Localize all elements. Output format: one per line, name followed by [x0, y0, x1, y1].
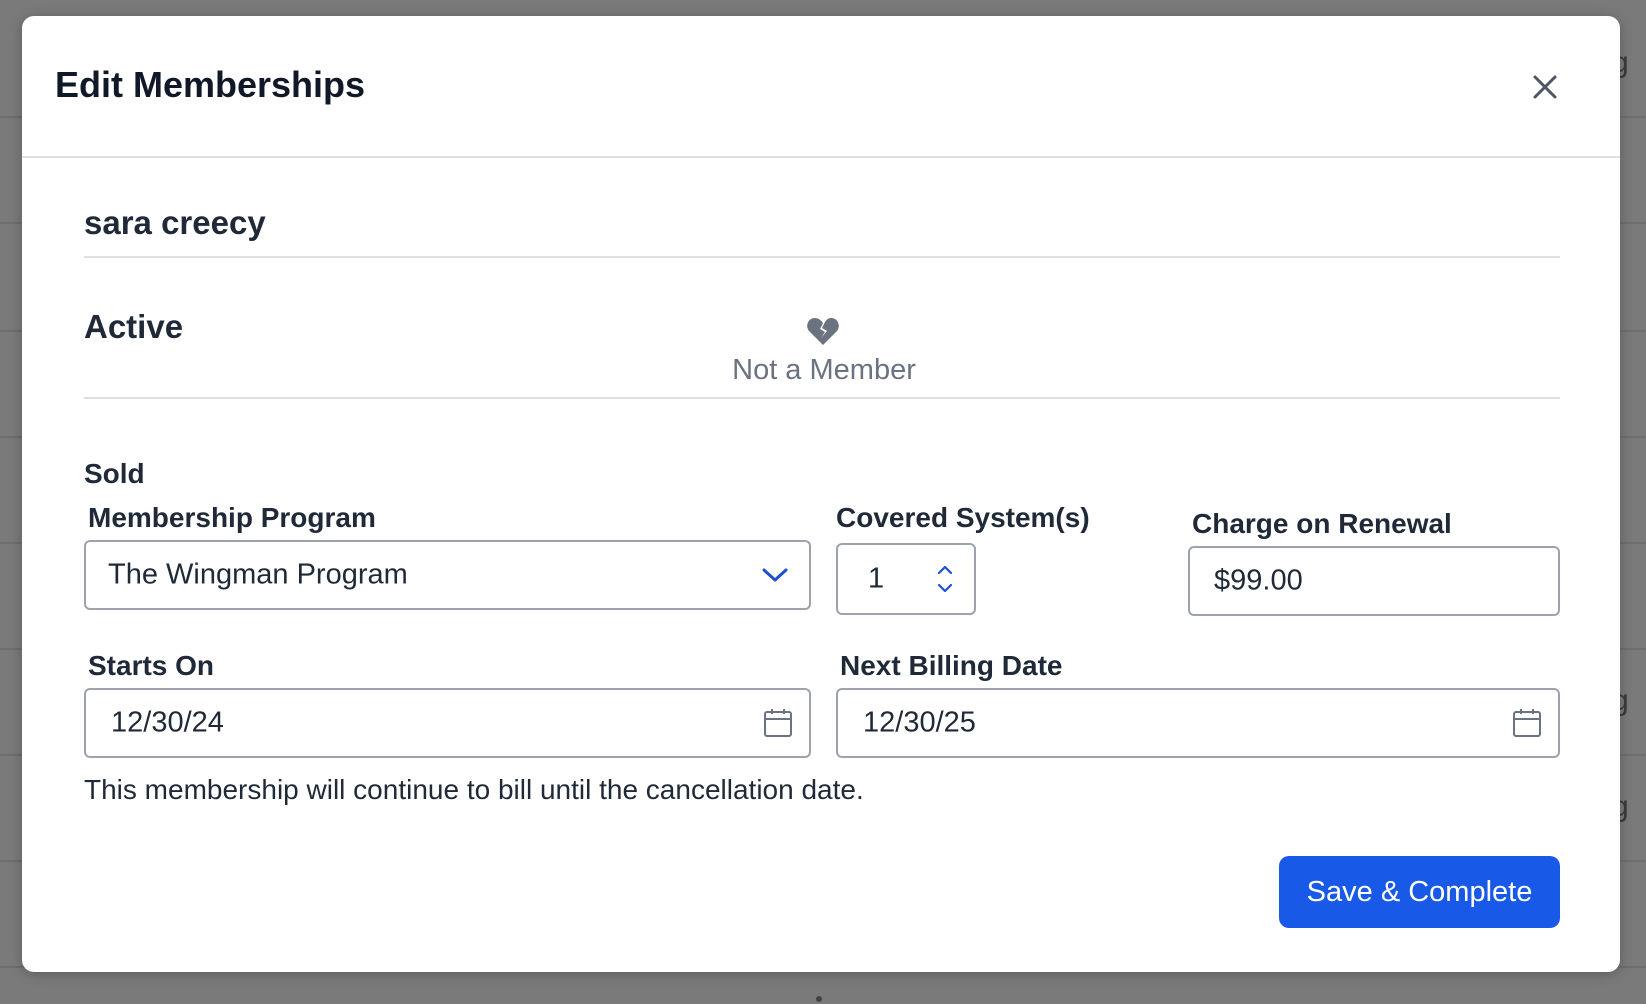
- edit-memberships-modal: Edit Memberships sara creecy Active Not …: [22, 16, 1620, 972]
- sold-section-label: Sold: [84, 458, 145, 489]
- charge-on-renewal-input[interactable]: $99.00: [1188, 546, 1560, 616]
- calendar-icon[interactable]: [1512, 708, 1542, 738]
- modal-header: Edit Memberships: [22, 16, 1620, 158]
- covered-systems-stepper[interactable]: 1: [836, 543, 976, 615]
- status-label: Active: [84, 308, 184, 345]
- membership-program-select[interactable]: The Wingman Program: [84, 540, 811, 610]
- chevron-down-icon: [762, 568, 788, 582]
- charge-on-renewal-value: $99.00: [1214, 564, 1303, 597]
- starts-on-value: 12/30/24: [111, 706, 224, 739]
- divider: [84, 256, 1560, 258]
- divider: [84, 397, 1560, 399]
- calendar-icon[interactable]: [763, 708, 793, 738]
- membership-status-text: Not a Member: [732, 354, 916, 386]
- starts-on-label: Starts On: [88, 650, 215, 681]
- customer-name: sara creecy: [84, 204, 266, 241]
- membership-program-label: Membership Program: [88, 502, 376, 533]
- billing-help-text: This membership will continue to bill un…: [84, 774, 864, 805]
- next-billing-date-label: Next Billing Date: [840, 650, 1063, 681]
- stepper-arrows-icon[interactable]: [936, 563, 954, 595]
- broken-heart-icon: [807, 318, 839, 345]
- modal-title: Edit Memberships: [55, 64, 366, 105]
- charge-on-renewal-label: Charge on Renewal: [1192, 508, 1452, 539]
- next-billing-date-value: 12/30/25: [863, 706, 976, 739]
- close-button[interactable]: [1526, 68, 1564, 106]
- background-dot: [816, 996, 822, 1002]
- covered-systems-value: 1: [868, 562, 885, 595]
- next-billing-date-input[interactable]: 12/30/25: [836, 688, 1560, 758]
- save-complete-button[interactable]: Save & Complete: [1279, 856, 1560, 928]
- membership-program-value: The Wingman Program: [108, 558, 408, 591]
- starts-on-date-input[interactable]: 12/30/24: [84, 688, 811, 758]
- close-icon: [1533, 75, 1557, 99]
- covered-systems-label: Covered System(s): [836, 502, 1090, 533]
